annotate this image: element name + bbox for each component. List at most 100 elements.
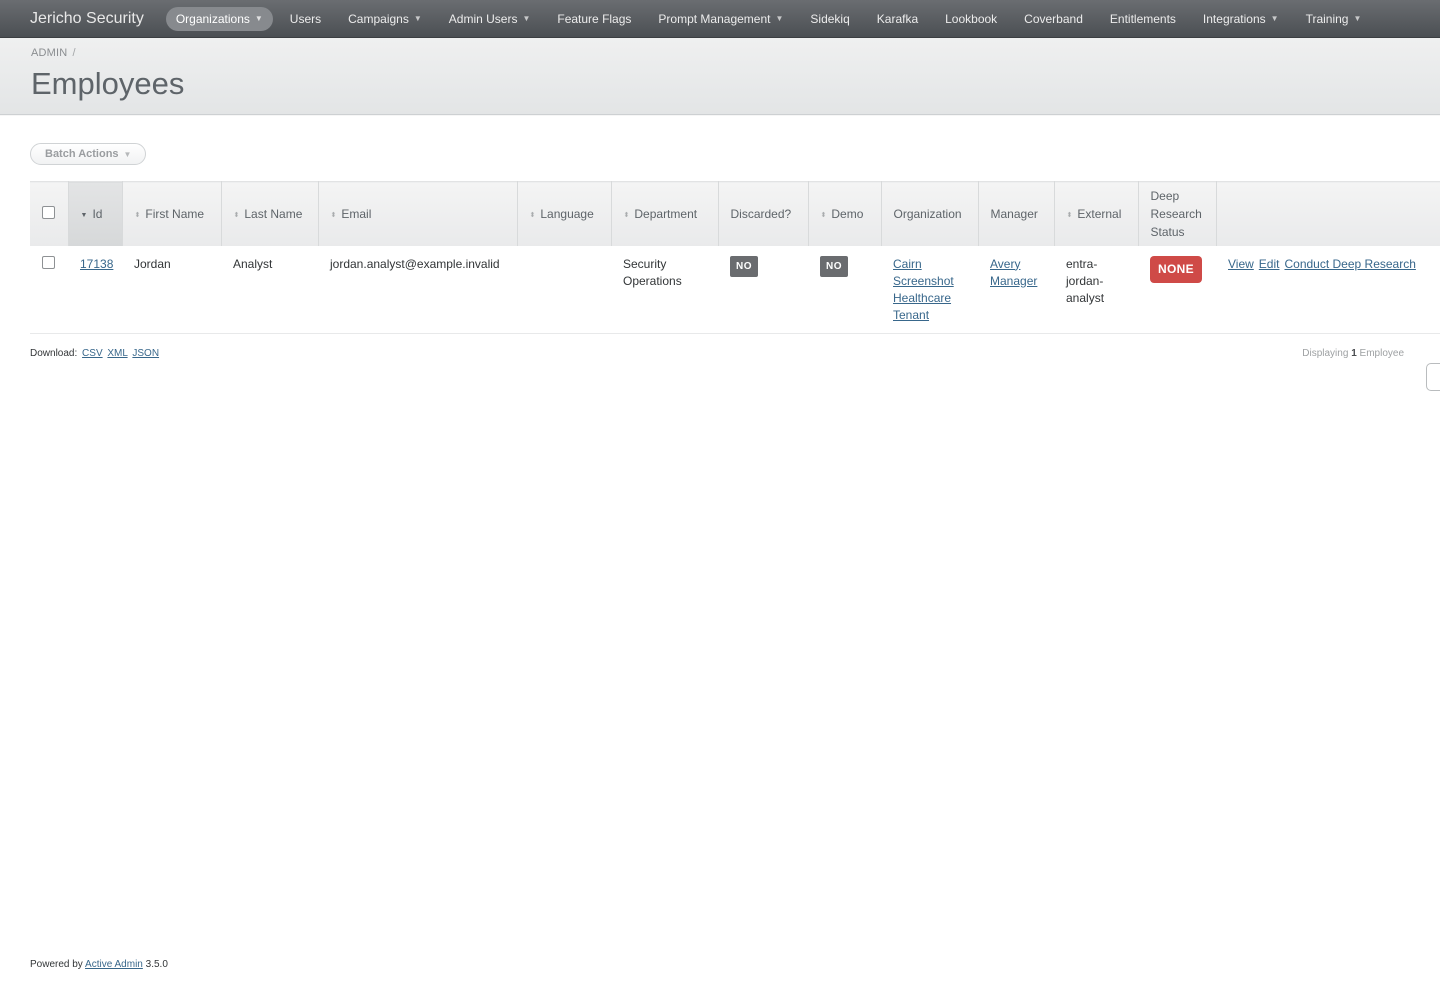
header-label: Department xyxy=(634,206,698,221)
breadcrumb: ADMIN / xyxy=(31,47,76,59)
nav-entitlements[interactable]: Entitlements xyxy=(1100,7,1186,31)
nav-label: Prompt Management xyxy=(658,11,771,26)
cell-manager: Avery Manager xyxy=(978,245,1054,334)
nav-campaigns[interactable]: Campaigns ▼ xyxy=(338,7,432,31)
nav-organizations[interactable]: Organizations ▼ xyxy=(165,6,273,31)
nav-label: Sidekiq xyxy=(810,11,850,26)
nav-prompt-management[interactable]: Prompt Management ▼ xyxy=(648,7,793,31)
header-label: Deep Research Status xyxy=(1150,188,1202,239)
table-row: 17138 Jordan Analyst jordan.analyst@exam… xyxy=(30,245,1440,334)
header-label: Discarded? xyxy=(730,206,792,221)
nav-feature-flags[interactable]: Feature Flags xyxy=(547,7,641,31)
nav-label: Coverband xyxy=(1024,11,1083,26)
select-all-checkbox[interactable] xyxy=(42,205,55,219)
nav-coverband[interactable]: Coverband xyxy=(1014,7,1093,31)
header-label: First Name xyxy=(145,206,205,221)
deep-research-status-badge: NONE xyxy=(1150,255,1202,283)
cell-discarded: NO xyxy=(718,245,808,334)
column-header-id[interactable]: ▼ Id xyxy=(68,181,123,246)
column-header-last-name[interactable]: ⬍ Last Name xyxy=(221,181,319,246)
manager-link[interactable]: Avery Manager xyxy=(990,257,1037,288)
column-header-department[interactable]: ⬍ Department xyxy=(611,181,719,246)
cell-language xyxy=(517,245,611,334)
download-csv-link[interactable]: CSV xyxy=(82,348,103,359)
header-label: Manager xyxy=(990,206,1038,221)
pagination-prefix: Displaying xyxy=(1302,348,1349,359)
chevron-down-icon: ▼ xyxy=(413,14,422,23)
discarded-status-tag: NO xyxy=(730,255,758,277)
header-label: Email xyxy=(341,206,372,221)
nav-users[interactable]: Users xyxy=(280,7,331,31)
cell-last-name: Analyst xyxy=(221,245,318,334)
column-header-demo[interactable]: ⬍ Demo xyxy=(808,181,882,246)
cell-external: entra-jordan-analyst xyxy=(1054,245,1138,334)
table-header-row: ▼ Id ⬍ First Name ⬍ Last Name ⬍ Email ⬍ Langu… xyxy=(30,181,1440,246)
column-header-deep-research-status: Deep Research Status xyxy=(1138,181,1217,246)
header-label: Id xyxy=(92,206,103,221)
sort-icon: ⬍ xyxy=(529,211,536,219)
chevron-down-icon: ▼ xyxy=(1353,14,1362,23)
nav-label: Users xyxy=(289,11,322,26)
cell-email: jordan.analyst@example.invalid xyxy=(318,245,517,334)
column-header-language[interactable]: ⬍ Language xyxy=(517,181,612,246)
nav-label: Feature Flags xyxy=(557,11,632,26)
download-links: Download: CSV XML JSON xyxy=(30,348,159,359)
demo-status-tag: NO xyxy=(820,255,848,277)
sort-icon: ⬍ xyxy=(623,211,630,219)
footer: Powered by Active Admin 3.5.0 xyxy=(30,959,168,970)
employees-table: ▼ Id ⬍ First Name ⬍ Last Name ⬍ Email ⬍ Langu… xyxy=(30,181,1440,334)
cell-department: Security Operations xyxy=(611,245,718,334)
nav-label: Campaigns xyxy=(348,11,409,26)
column-header-first-name[interactable]: ⬍ First Name xyxy=(122,181,222,246)
column-header-external[interactable]: ⬍ External xyxy=(1054,181,1139,246)
nav-training[interactable]: Training ▼ xyxy=(1296,7,1372,31)
breadcrumb-admin[interactable]: ADMIN xyxy=(31,47,67,59)
nav-lookbook[interactable]: Lookbook xyxy=(935,7,1007,31)
page-title: Employees xyxy=(31,66,185,101)
sidebar-toggle-tab[interactable] xyxy=(1426,363,1440,391)
cell-first-name: Jordan xyxy=(122,245,221,334)
sort-icon: ⬍ xyxy=(1066,211,1073,219)
chevron-down-icon: ▼ xyxy=(1270,14,1279,23)
active-admin-link[interactable]: Active Admin xyxy=(85,959,143,970)
select-all-header xyxy=(30,181,69,246)
header-label: Demo xyxy=(831,206,864,221)
nav-label: Admin Users xyxy=(448,11,518,26)
download-json-link[interactable]: JSON xyxy=(132,348,159,359)
row-checkbox[interactable] xyxy=(42,255,55,269)
nav-label: Lookbook xyxy=(945,11,998,26)
nav-sidekiq[interactable]: Sidekiq xyxy=(800,7,859,31)
download-label: Download: xyxy=(30,348,78,359)
chevron-down-icon: ▼ xyxy=(123,149,132,159)
conduct-deep-research-link[interactable]: Conduct Deep Research xyxy=(1284,257,1415,271)
edit-link[interactable]: Edit xyxy=(1259,257,1280,271)
footer-prefix: Powered by xyxy=(30,959,83,970)
batch-actions-label: Batch Actions xyxy=(45,148,119,160)
top-navigation-bar: Jericho Security Organizations ▼ Users C… xyxy=(0,0,1440,38)
chevron-down-icon: ▼ xyxy=(522,14,531,23)
view-link[interactable]: View xyxy=(1228,257,1254,271)
batch-actions-button[interactable]: Batch Actions ▼ xyxy=(30,143,147,165)
pagination-count: 1 xyxy=(1351,348,1357,359)
organization-link[interactable]: Cairn Screenshot Healthcare Tenant xyxy=(893,257,954,322)
column-header-email[interactable]: ⬍ Email xyxy=(318,181,518,246)
title-bar: ADMIN / Employees xyxy=(0,38,1440,115)
main-nav: Organizations ▼ Users Campaigns ▼ Admin … xyxy=(165,6,1379,31)
header-label: Last Name xyxy=(244,206,303,221)
sort-icon: ⬍ xyxy=(134,211,141,219)
sort-icon: ⬍ xyxy=(233,211,240,219)
nav-admin-users[interactable]: Admin Users ▼ xyxy=(439,7,541,31)
cell-deep-research-status: NONE xyxy=(1138,245,1216,334)
employee-id-link[interactable]: 17138 xyxy=(80,257,113,271)
cell-id: 17138 xyxy=(68,245,122,334)
site-title[interactable]: Jericho Security xyxy=(30,10,144,28)
nav-karafka[interactable]: Karafka xyxy=(867,7,928,31)
nav-integrations[interactable]: Integrations ▼ xyxy=(1193,7,1289,31)
sort-desc-icon: ▼ xyxy=(80,211,88,219)
nav-label: Organizations xyxy=(175,11,250,26)
sort-icon: ⬍ xyxy=(330,211,337,219)
column-header-actions xyxy=(1216,181,1440,246)
nav-label: Training xyxy=(1305,11,1349,26)
download-xml-link[interactable]: XML xyxy=(107,348,127,359)
cell-organization: Cairn Screenshot Healthcare Tenant xyxy=(881,245,978,334)
